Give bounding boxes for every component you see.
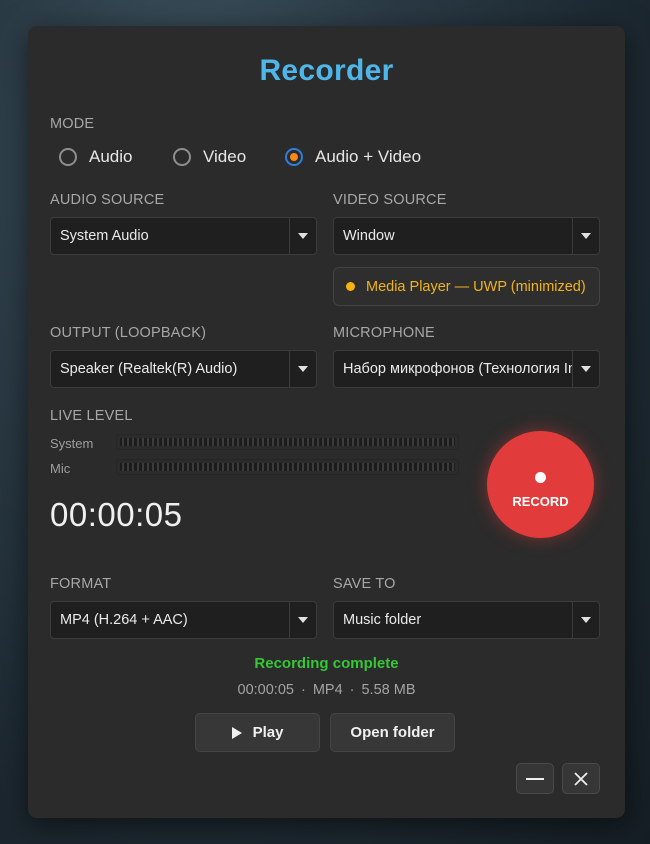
minimize-icon <box>526 777 544 780</box>
save-to-dropdown[interactable]: Music folder <box>333 601 600 639</box>
output-label: OUTPUT (LOOPBACK) <box>50 325 207 341</box>
audio-source-dropdown[interactable]: System Audio <box>50 217 317 255</box>
output-dropdown[interactable]: Speaker (Realtek(R) Audio) <box>50 350 317 388</box>
window-source-status-text: Media Player — UWP (minimized) <box>366 278 586 295</box>
recording-status-message: Recording complete <box>254 655 399 672</box>
play-button-label: Play <box>252 724 284 741</box>
save-to-label: SAVE TO <box>333 576 396 592</box>
chevron-down-icon[interactable] <box>289 351 316 387</box>
record-button-label: RECORD <box>512 494 569 509</box>
mode-radio-video[interactable]: Video <box>173 147 246 167</box>
mode-radio-audio-video-label: Audio + Video <box>315 147 422 166</box>
audio-source-label: AUDIO SOURCE <box>50 192 165 208</box>
file-duration: 00:00:05 <box>237 682 294 698</box>
record-dot-icon <box>535 472 546 483</box>
chevron-down-icon[interactable] <box>572 351 599 387</box>
audio-source-value: System Audio <box>60 228 149 244</box>
mic-level-meter <box>116 459 459 475</box>
radio-circle-icon <box>173 148 191 166</box>
save-to-value: Music folder <box>343 612 422 628</box>
microphone-dropdown[interactable]: Набор микрофонов (Технология Intel® Smar… <box>333 350 600 388</box>
video-source-dropdown[interactable]: Window <box>333 217 600 255</box>
system-meter-label: System <box>50 436 94 451</box>
mode-radio-audio[interactable]: Audio <box>59 147 132 167</box>
chevron-down-icon[interactable] <box>572 602 599 638</box>
status-dot-icon <box>346 282 355 291</box>
record-button[interactable]: RECORD <box>487 431 594 538</box>
microphone-label: MICROPHONE <box>333 325 435 341</box>
mode-radio-audio-video[interactable]: Audio + Video <box>285 147 421 167</box>
window-source-status: Media Player — UWP (minimized) <box>333 267 600 306</box>
play-button[interactable]: Play <box>195 713 320 752</box>
mode-label: MODE <box>50 116 95 132</box>
app-title: Recorder <box>259 54 394 87</box>
chevron-down-icon[interactable] <box>289 218 316 254</box>
format-value: MP4 (H.264 + AAC) <box>60 612 188 628</box>
live-level-label: LIVE LEVEL <box>50 408 133 424</box>
info-separator: · <box>349 682 355 698</box>
info-separator: · <box>300 682 306 698</box>
system-level-meter <box>116 434 459 450</box>
microphone-value: Набор микрофонов (Технология Intel® Smar… <box>343 361 572 377</box>
file-size: 5.58 MB <box>361 682 416 698</box>
video-source-label: VIDEO SOURCE <box>333 192 447 208</box>
mic-meter-label: Mic <box>50 461 71 476</box>
recording-file-info: 00:00:05 · MP4 · 5.58 MB <box>28 682 625 698</box>
elapsed-timer: 00:00:05 <box>50 496 183 533</box>
close-button[interactable] <box>562 763 600 794</box>
video-source-value: Window <box>343 228 395 244</box>
radio-circle-icon <box>59 148 77 166</box>
minimize-button[interactable] <box>516 763 554 794</box>
close-icon <box>574 771 588 786</box>
open-folder-button[interactable]: Open folder <box>330 713 455 752</box>
file-format: MP4 <box>312 682 343 698</box>
mode-radio-video-label: Video <box>203 147 247 166</box>
format-dropdown[interactable]: MP4 (H.264 + AAC) <box>50 601 317 639</box>
chevron-down-icon[interactable] <box>572 218 599 254</box>
open-folder-button-label: Open folder <box>350 724 435 741</box>
mode-radio-audio-label: Audio <box>89 147 133 166</box>
play-icon <box>231 726 242 739</box>
format-label: FORMAT <box>50 576 112 592</box>
chevron-down-icon[interactable] <box>289 602 316 638</box>
recorder-panel: Recorder MODE Audio Video Audio + Video … <box>28 26 625 818</box>
radio-circle-icon <box>285 148 303 166</box>
output-value: Speaker (Realtek(R) Audio) <box>60 361 238 377</box>
